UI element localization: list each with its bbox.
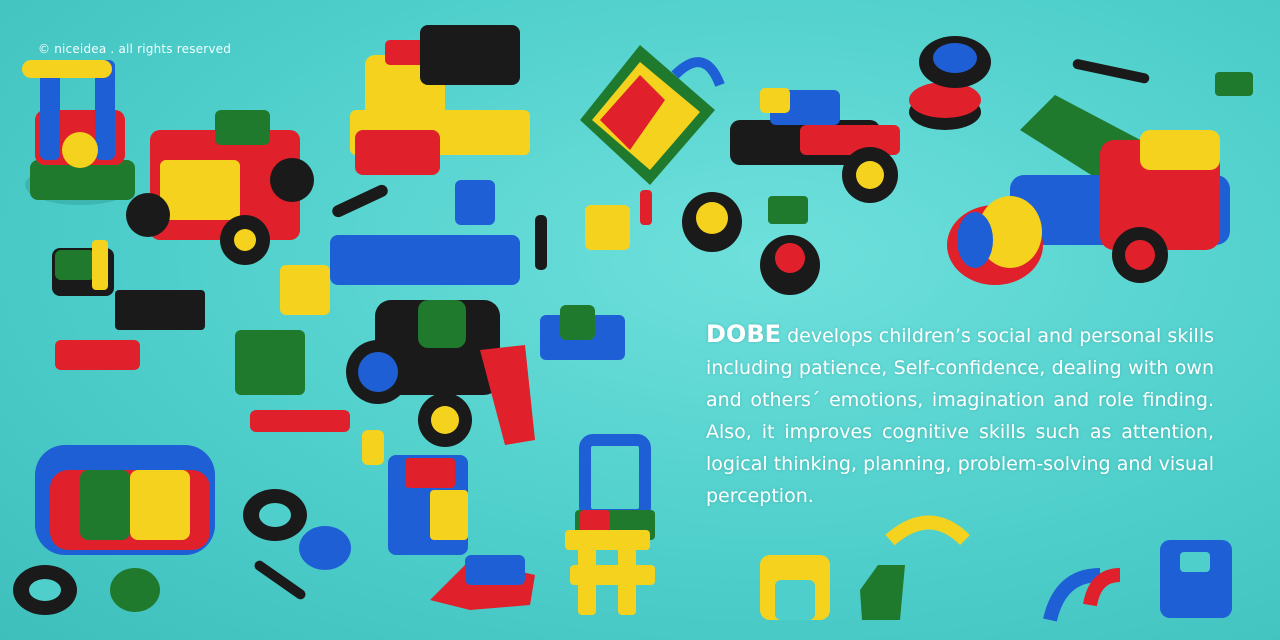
- tire-stack: [909, 36, 991, 130]
- green-red-car: [126, 110, 314, 265]
- yellow-truck: [350, 25, 530, 175]
- description-paragraph: DOBE develops children’s social and pers…: [706, 318, 1214, 512]
- dump-truck: [947, 95, 1230, 285]
- colorful-seat: [35, 445, 215, 555]
- brand-name: DOBE: [706, 320, 782, 348]
- copyright-notice: © niceidea . all rights reserved: [38, 42, 232, 56]
- black-tractor: [346, 300, 535, 447]
- black-red-vehicle: [730, 88, 900, 203]
- rocking-toy: [22, 60, 135, 205]
- scoop-part: [580, 45, 725, 185]
- description-text: develops children’s social and personal …: [706, 325, 1214, 507]
